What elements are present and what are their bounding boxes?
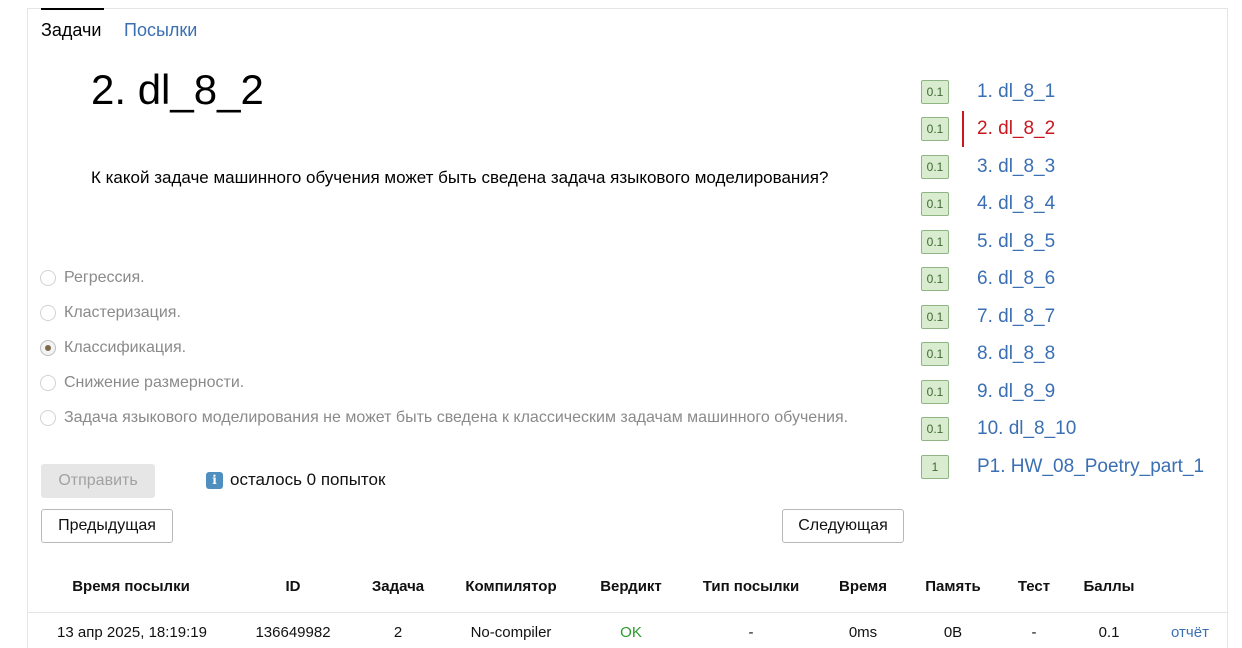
- problem-link[interactable]: 3. dl_8_3: [977, 156, 1055, 178]
- column-header: Вердикт: [600, 578, 662, 595]
- table-row: 13 апр 2025, 18:19:19 136649982 2 No-com…: [28, 620, 1228, 644]
- attempts-notice: i осталось 0 попыток: [206, 470, 385, 490]
- score-badge: 0.1: [921, 380, 949, 404]
- table-cell: -: [748, 624, 754, 641]
- table-cell: 2: [393, 624, 403, 641]
- problem-list-item-active[interactable]: 0.1 2. dl_8_2: [921, 111, 1055, 147]
- problem-list-item[interactable]: 0.1 7. dl_8_7: [921, 299, 1055, 335]
- problem-list-item[interactable]: 0.1 6. dl_8_6: [921, 261, 1055, 297]
- problem-link[interactable]: 6. dl_8_6: [977, 268, 1055, 290]
- tab-submissions[interactable]: Посылки: [124, 20, 197, 41]
- table-cell: -: [1031, 624, 1037, 641]
- score-badge: 0.1: [921, 417, 949, 441]
- column-header: Время посылки: [72, 578, 190, 595]
- answer-option[interactable]: Снижение размерности.: [40, 371, 244, 395]
- problem-link[interactable]: 7. dl_8_7: [977, 306, 1055, 328]
- problem-link[interactable]: 1. dl_8_1: [977, 81, 1055, 103]
- score-badge: 0.1: [921, 80, 949, 104]
- report-link[interactable]: отчёт: [1171, 624, 1209, 641]
- score-badge: 0.1: [921, 192, 949, 216]
- table-cell: 13 апр 2025, 18:19:19: [57, 624, 207, 641]
- answer-option-label: Задача языкового моделирования не может …: [64, 409, 849, 426]
- column-header: Тест: [1017, 578, 1051, 595]
- submissions-table-header: Время посылки ID Задача Компилятор Верди…: [28, 574, 1228, 600]
- previous-button[interactable]: Предыдущая: [41, 509, 173, 543]
- radio-button[interactable]: [40, 375, 56, 391]
- table-cell: 0.1: [1098, 624, 1120, 641]
- radio-button[interactable]: [40, 410, 56, 426]
- answer-option[interactable]: Кластеризация.: [40, 301, 181, 325]
- score-badge: 0.1: [921, 267, 949, 291]
- score-badge: 0.1: [921, 342, 949, 366]
- answer-option[interactable]: Регрессия.: [40, 266, 145, 290]
- answer-option[interactable]: Задача языкового моделирования не может …: [40, 406, 848, 430]
- column-header: Память: [925, 578, 981, 595]
- problem-title: 2. dl_8_2: [91, 66, 264, 113]
- next-button[interactable]: Следующая: [782, 509, 904, 543]
- column-header: Тип посылки: [702, 578, 800, 595]
- score-badge: 0.1: [921, 155, 949, 179]
- radio-button[interactable]: [40, 270, 56, 286]
- problem-list-item[interactable]: 0.1 10. dl_8_10: [921, 411, 1076, 447]
- problem-statement: К какой задаче машинного обучения может …: [91, 168, 829, 187]
- answer-option-label: Кластеризация.: [64, 304, 181, 321]
- answer-option-label: Снижение размерности.: [64, 374, 245, 391]
- problem-link[interactable]: 2. dl_8_2: [977, 118, 1055, 140]
- problem-list-item[interactable]: 0.1 3. dl_8_3: [921, 149, 1055, 185]
- column-header: Компилятор: [465, 578, 557, 595]
- problem-link[interactable]: 10. dl_8_10: [977, 418, 1076, 440]
- problem-link[interactable]: P1. HW_08_Poetry_part_1: [977, 456, 1204, 478]
- problem-list-item[interactable]: 0.1 8. dl_8_8: [921, 336, 1055, 372]
- problem-list-item[interactable]: 0.1 5. dl_8_5: [921, 224, 1055, 260]
- score-badge: 1: [921, 455, 949, 479]
- column-header: ID: [285, 578, 301, 595]
- score-badge: 0.1: [921, 230, 949, 254]
- radio-button-checked[interactable]: [40, 340, 56, 356]
- score-badge: 0.1: [921, 117, 949, 141]
- table-cell: 0B: [943, 624, 963, 641]
- problem-list-item[interactable]: 0.1 9. dl_8_9: [921, 374, 1055, 410]
- problem-link[interactable]: 5. dl_8_5: [977, 231, 1055, 253]
- table-cell: 136649982: [255, 624, 331, 641]
- tab-tasks[interactable]: Задачи: [41, 8, 105, 41]
- table-divider: [28, 612, 1228, 613]
- problem-link[interactable]: 8. dl_8_8: [977, 343, 1055, 365]
- info-icon: i: [206, 471, 223, 489]
- answer-option[interactable]: Классификация.: [40, 336, 186, 360]
- problem-list-item[interactable]: 0.1 1. dl_8_1: [921, 74, 1055, 110]
- problem-list-item[interactable]: 1 P1. HW_08_Poetry_part_1: [921, 449, 1204, 485]
- answer-option-label: Регрессия.: [64, 269, 145, 286]
- column-header: Баллы: [1083, 578, 1135, 595]
- attempts-text: осталось 0 попыток: [230, 470, 386, 489]
- column-header: Задача: [371, 578, 425, 595]
- column-header: Время: [839, 578, 887, 595]
- problem-link[interactable]: 4. dl_8_4: [977, 193, 1055, 215]
- verdict-cell: OK: [620, 624, 642, 641]
- answer-option-label: Классификация.: [64, 339, 187, 356]
- submit-button[interactable]: Отправить: [41, 464, 155, 498]
- score-badge: 0.1: [921, 305, 949, 329]
- table-cell: 0ms: [848, 624, 878, 641]
- table-cell: No-compiler: [470, 624, 552, 641]
- problem-list-item[interactable]: 0.1 4. dl_8_4: [921, 186, 1055, 222]
- active-indicator: [962, 111, 964, 147]
- radio-button[interactable]: [40, 305, 56, 321]
- problem-link[interactable]: 9. dl_8_9: [977, 381, 1055, 403]
